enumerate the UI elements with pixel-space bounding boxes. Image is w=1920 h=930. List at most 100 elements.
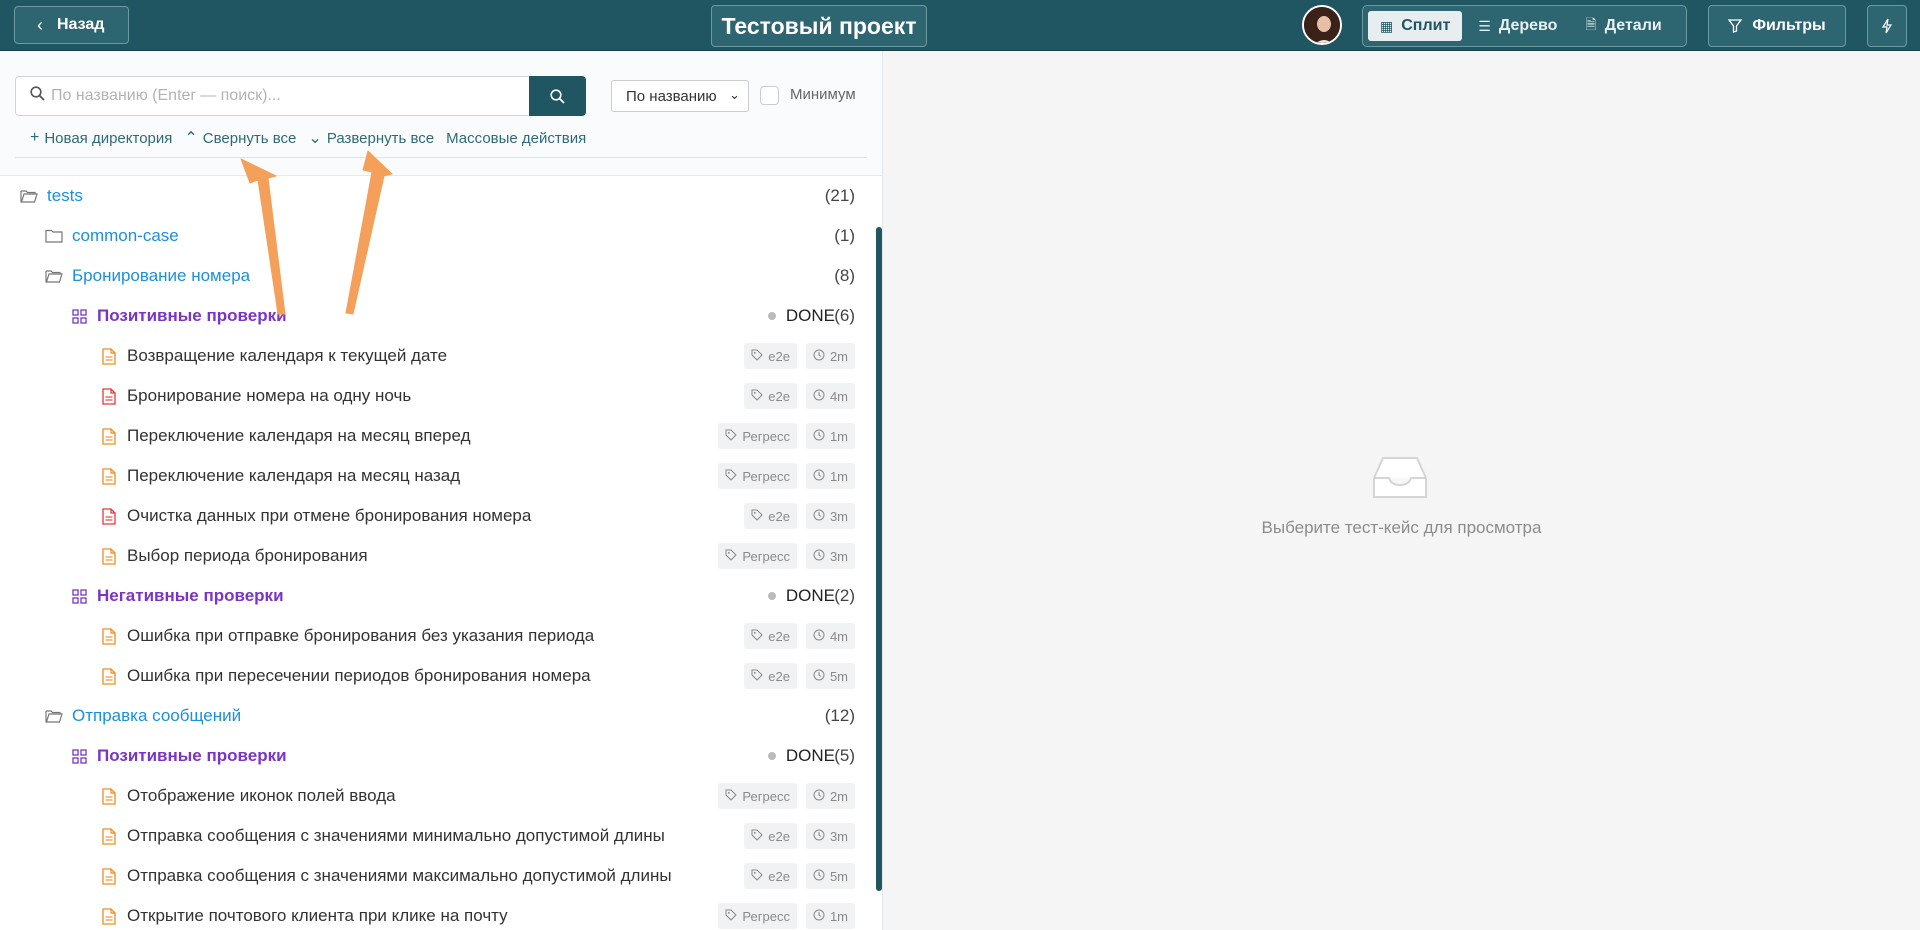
duration-text: 2m — [829, 788, 848, 804]
clock-icon — [813, 669, 825, 684]
tag-text: Регресс — [742, 788, 790, 804]
tag-badge: e2e — [744, 623, 797, 649]
tree-suite-row[interactable]: Позитивные проверки DONE (6) — [70, 296, 855, 336]
search-input[interactable] — [51, 87, 511, 105]
test-case-row[interactable]: Возвращение календаря к текущей дате e2e 2… — [100, 336, 855, 376]
tree-toolbar: По названию ⌄ Минимум + Новая директория… — [0, 51, 882, 176]
view-switcher: ▦ Сплит ☰ Дерево 🗎 Детали — [1362, 5, 1687, 47]
search-button[interactable] — [529, 76, 586, 116]
test-case-row[interactable]: Открытие почтового клиента при клике на … — [100, 896, 855, 930]
test-case-row[interactable]: Очистка данных при отмене бронирования н… — [100, 496, 855, 536]
empty-state-text: Выберите тест-кейс для просмотра — [1261, 518, 1542, 537]
filters-button[interactable]: Фильтры — [1708, 5, 1846, 47]
tag-text: e2e — [768, 508, 790, 524]
dir-count: (1) — [834, 226, 855, 245]
collapse-all-button[interactable]: ⌃ Свернуть все — [184, 128, 296, 148]
tag-badge: e2e — [744, 863, 797, 889]
tag-icon — [751, 829, 763, 844]
document-icon — [100, 347, 118, 365]
back-button[interactable]: ‹ Назад — [14, 6, 129, 44]
duration-text: 2m — [829, 348, 848, 364]
duration-text: 5m — [829, 668, 848, 684]
tree-suite-row[interactable]: Позитивные проверки DONE (5) — [70, 736, 855, 776]
document-icon: 🗎 — [1585, 16, 1597, 32]
test-case-row[interactable]: Переключение календаря на месяц назад Рег… — [100, 456, 855, 496]
case-name: Выбор периода бронирования — [127, 546, 368, 565]
tag-text: e2e — [768, 348, 790, 364]
case-name: Ошибка при пересечении периодов брониров… — [127, 666, 591, 685]
tag-badge: e2e — [744, 823, 797, 849]
suite-status: DONE — [767, 306, 835, 326]
duration-badge: 4m — [805, 623, 855, 649]
grid-icon — [70, 747, 88, 765]
tag-badge: e2e — [744, 663, 797, 689]
test-case-row[interactable]: Бронирование номера на одну ночь e2e 4m — [100, 376, 855, 416]
plus-icon: + — [30, 129, 40, 146]
sort-select[interactable]: По названию ⌄ — [611, 80, 749, 112]
case-badges: Регресс 1m — [718, 423, 855, 449]
dir-count: (21) — [824, 186, 855, 205]
case-name: Переключение календаря на месяц вперед — [127, 426, 471, 445]
document-icon — [100, 627, 118, 645]
duration-text: 3m — [829, 508, 848, 524]
case-badges: e2e 2m — [744, 343, 855, 369]
view-tree-label: Дерево — [1498, 17, 1558, 34]
duration-text: 1m — [829, 908, 848, 924]
duration-badge: 3m — [805, 823, 855, 849]
case-badges: e2e 4m — [744, 623, 855, 649]
dir-name: tests — [47, 186, 83, 205]
split-icon: ▦ — [1380, 17, 1394, 34]
duration-text: 1m — [829, 468, 848, 484]
duration-text: 3m — [829, 548, 848, 564]
minimum-checkbox[interactable] — [760, 86, 779, 105]
tag-icon — [751, 349, 763, 364]
tree-dir-row[interactable]: Бронирование номера (8) — [45, 256, 855, 296]
tag-badge: e2e — [744, 503, 797, 529]
clock-icon — [813, 909, 825, 924]
case-name: Отображение иконок полей ввода — [127, 786, 396, 805]
view-split-button[interactable]: ▦ Сплит — [1368, 11, 1463, 41]
view-details-label: Детали — [1604, 17, 1662, 34]
test-case-row[interactable]: Ошибка при отправке бронирования без ука… — [100, 616, 855, 656]
dir-count: (12) — [824, 706, 855, 725]
suite-status-text: DONE — [785, 586, 835, 605]
tree-suite-row[interactable]: Негативные проверки DONE (2) — [70, 576, 855, 616]
test-case-row[interactable]: Ошибка при пересечении периодов брониров… — [100, 656, 855, 696]
duration-text: 3m — [829, 828, 848, 844]
case-name: Отправка сообщения с значениями минималь… — [127, 826, 665, 845]
test-case-row[interactable]: Отправка сообщения с значениями минималь… — [100, 816, 855, 856]
document-icon — [100, 907, 118, 925]
expand-all-button[interactable]: ⌄ Развернуть все — [308, 128, 434, 148]
test-case-row[interactable]: Переключение календаря на месяц вперед Ре… — [100, 416, 855, 456]
clock-icon — [813, 469, 825, 484]
inbox-icon — [1373, 457, 1427, 498]
suite-name: Позитивные проверки — [97, 746, 287, 765]
test-case-row[interactable]: Выбор периода бронирования Регресс 3m — [100, 536, 855, 576]
tree-panel: По названию ⌄ Минимум + Новая директория… — [0, 51, 882, 930]
chevron-left-icon: ‹ — [37, 14, 43, 35]
document-icon — [100, 827, 118, 845]
test-case-row[interactable]: Отображение иконок полей ввода Регресс 2m — [100, 776, 855, 816]
new-directory-button[interactable]: + Новая директория — [30, 128, 172, 148]
tag-icon — [725, 429, 738, 444]
tree-dir-row[interactable]: common-case (1) — [45, 216, 855, 256]
search-icon — [30, 86, 45, 106]
list-icon: ☰ — [1478, 17, 1491, 34]
tag-badge: e2e — [744, 383, 797, 409]
avatar[interactable] — [1302, 5, 1342, 45]
view-tree-button[interactable]: ☰ Дерево — [1466, 11, 1569, 41]
grid-icon — [70, 307, 88, 325]
quick-actions-button[interactable] — [1867, 5, 1907, 47]
test-case-row[interactable]: Отправка сообщения с значениями максимал… — [100, 856, 855, 896]
clock-icon — [813, 829, 825, 844]
tree-dir-row[interactable]: tests (21) — [20, 176, 855, 216]
case-badges: e2e 4m — [744, 383, 855, 409]
tree-dir-row[interactable]: Отправка сообщений (12) — [45, 696, 855, 736]
view-details-button[interactable]: 🗎 Детали — [1573, 11, 1673, 41]
case-badges: e2e 3m — [744, 823, 855, 849]
tag-text: e2e — [768, 388, 790, 404]
bulk-actions-button[interactable]: Массовые действия — [446, 128, 586, 148]
duration-badge: 2m — [805, 343, 855, 369]
duration-text: 4m — [829, 388, 848, 404]
view-split-label: Сплит — [1401, 17, 1451, 34]
